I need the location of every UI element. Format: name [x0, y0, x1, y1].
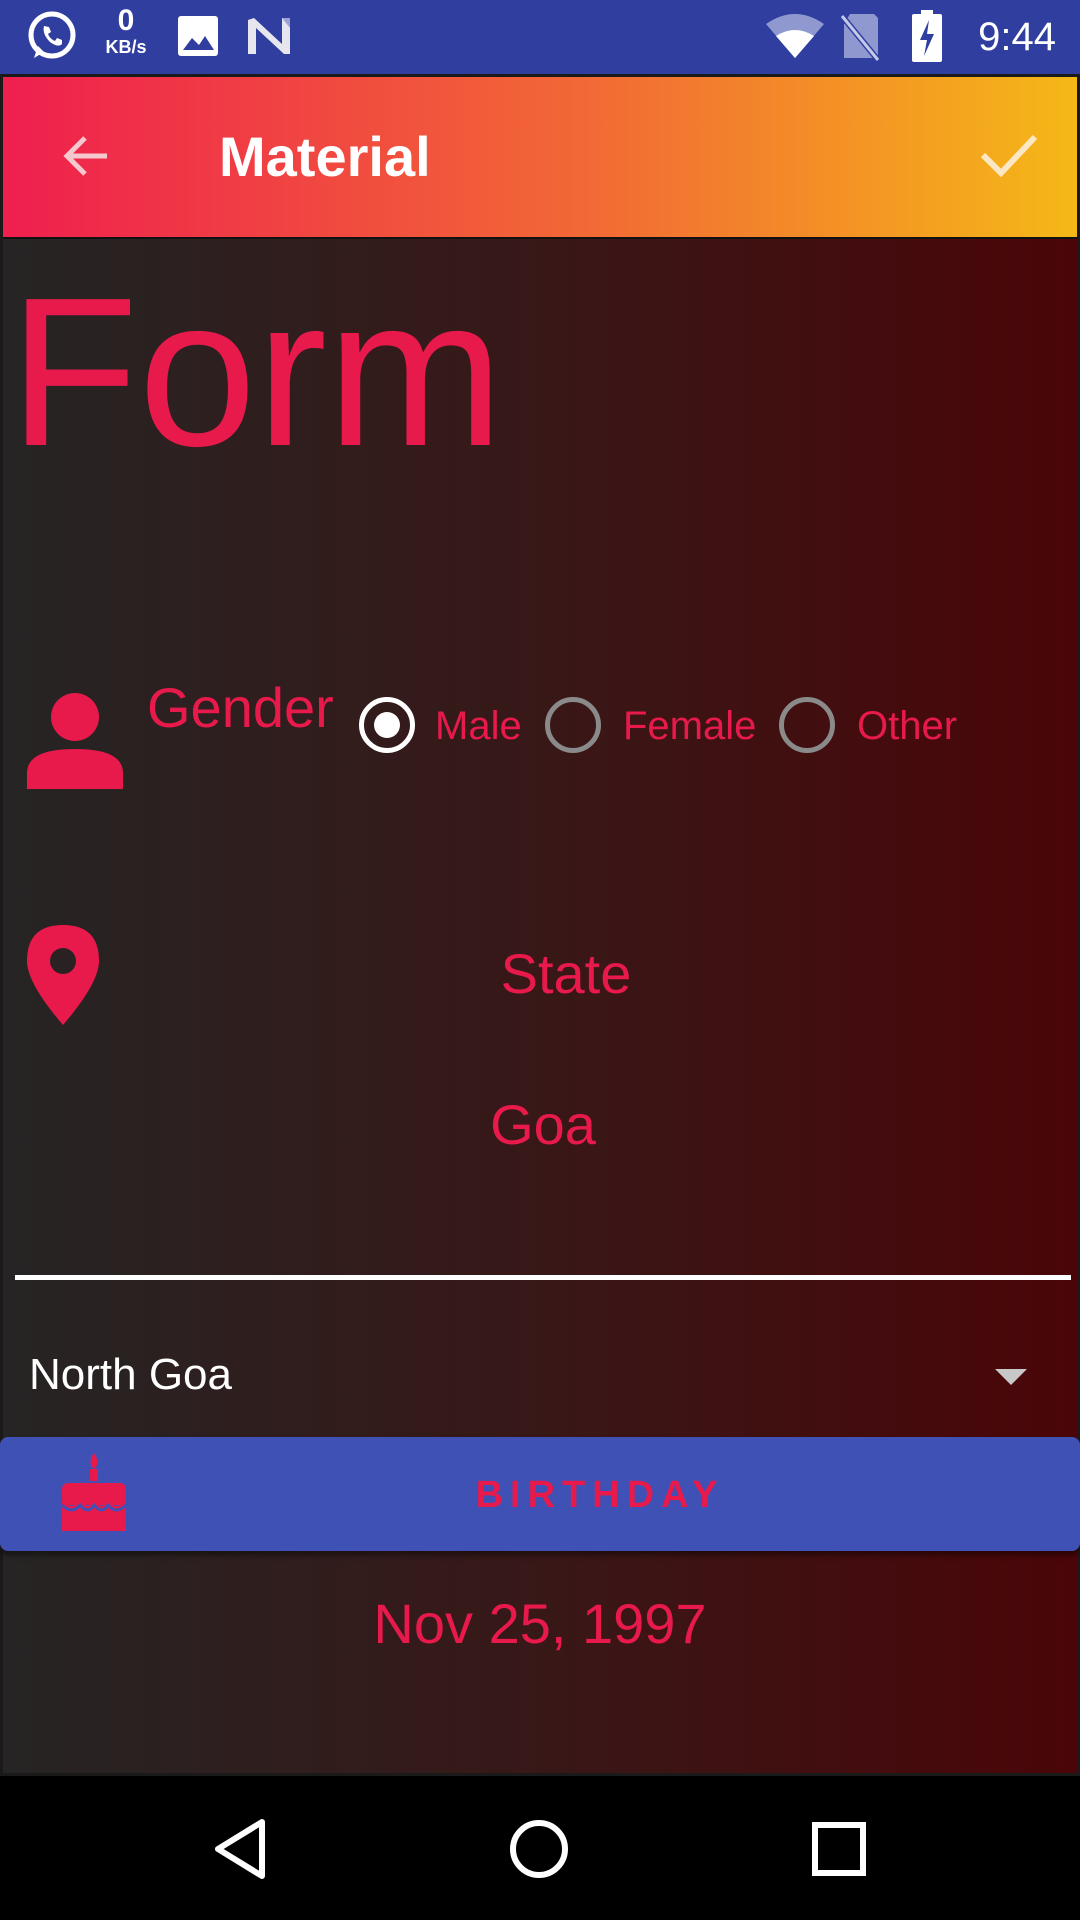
back-triangle-icon[interactable]	[210, 1816, 276, 1882]
no-sim-icon	[840, 14, 880, 62]
app-window: Material Form Gender Male Female Other S…	[0, 74, 1080, 1776]
radio-other-label[interactable]: Other	[857, 703, 957, 749]
district-dropdown[interactable]: North Goa	[3, 1323, 1077, 1423]
recents-square-icon[interactable]	[806, 1816, 872, 1882]
navigation-bar	[0, 1776, 1080, 1920]
network-speed: 0 KB/s	[96, 6, 156, 58]
birthday-date: Nov 25, 1997	[373, 1592, 707, 1655]
form-content: Form Gender Male Female Other State Goa	[0, 239, 1080, 1773]
district-selected-value: North Goa	[29, 1350, 232, 1399]
state-input[interactable]: Goa	[15, 1091, 1071, 1159]
clock: 9:44	[978, 15, 1056, 59]
arrow-back-icon[interactable]	[59, 129, 113, 183]
check-icon[interactable]	[979, 127, 1039, 181]
network-speed-unit: KB/s	[105, 37, 147, 57]
toolbar: Material	[3, 77, 1077, 239]
state-input-underline	[15, 1275, 1071, 1280]
network-speed-value: 0	[117, 4, 135, 37]
state-label: State	[500, 942, 632, 1005]
toolbar-title: Material	[219, 125, 431, 188]
radio-other[interactable]	[779, 697, 835, 753]
radio-female[interactable]	[545, 697, 601, 753]
form-heading: Form	[9, 253, 504, 490]
radio-female-label[interactable]: Female	[623, 703, 756, 749]
dropdown-arrow-icon	[995, 1369, 1027, 1385]
status-bar: 0 KB/s 9:44	[0, 0, 1080, 74]
wifi-icon	[766, 14, 824, 58]
image-icon	[178, 16, 218, 56]
radio-male-label[interactable]: Male	[435, 703, 522, 749]
gender-label: Gender	[147, 676, 334, 739]
birthday-button[interactable]: BIRTHDAY	[0, 1437, 1080, 1551]
home-circle-icon[interactable]	[506, 1816, 572, 1882]
whatsapp-icon	[28, 11, 76, 59]
battery-charging-icon	[912, 10, 942, 62]
birthday-button-label: BIRTHDAY	[475, 1474, 725, 1516]
screen: 0 KB/s 9:44 Material Form Gender Male Fe…	[0, 0, 1080, 1920]
n-app-icon	[248, 18, 290, 54]
radio-male[interactable]	[359, 697, 415, 753]
person-icon	[27, 693, 123, 789]
